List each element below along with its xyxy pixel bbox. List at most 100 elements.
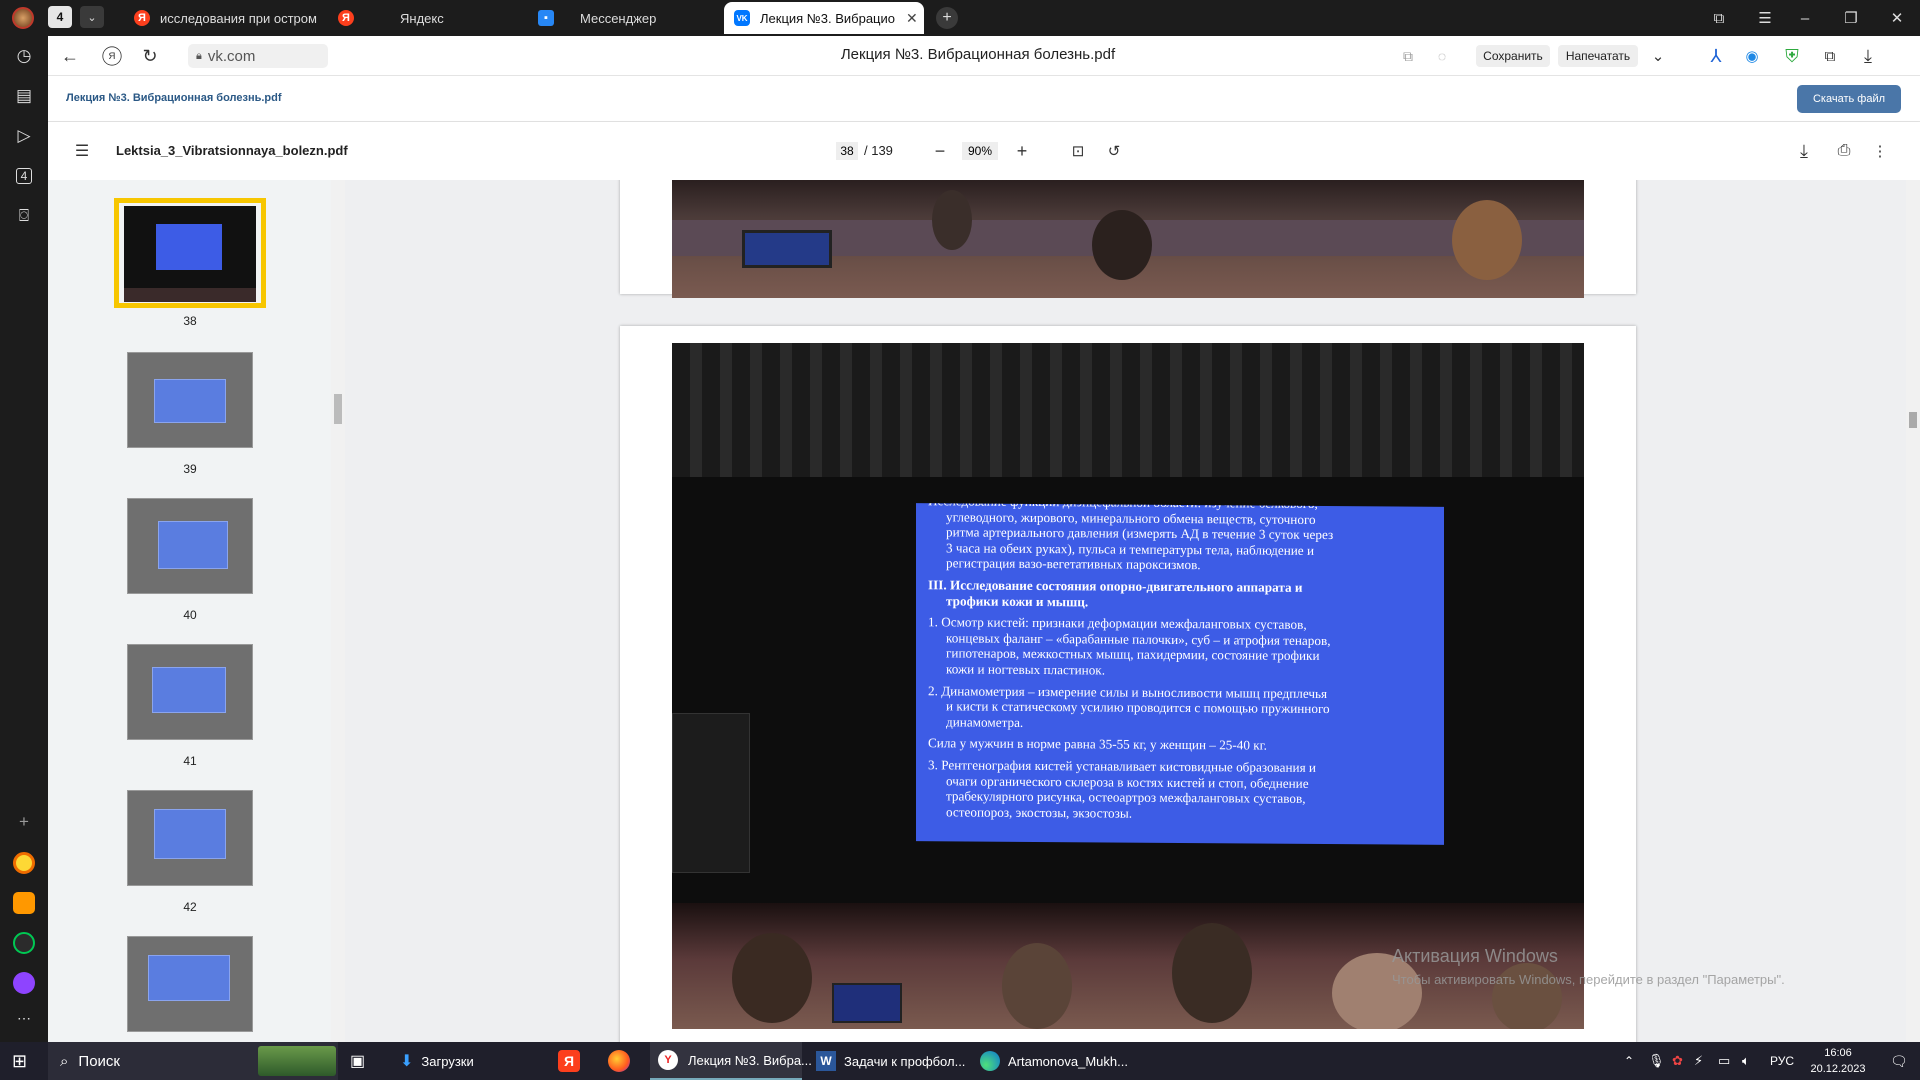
thumbnail-label: 38 [183,314,197,328]
thumbnail-page-43[interactable] [127,936,253,1032]
tab-label: Лекция №3. Вибрацио [760,10,895,26]
protect-shield-icon[interactable]: ⛨ [1780,44,1804,68]
taskbar-label: Artamonova_Mukh... [1008,1053,1128,1069]
video-icon[interactable]: ▷ [12,124,36,148]
copy-icon[interactable]: ⧉ [1396,44,1420,68]
main-scrollbar[interactable] [1906,180,1920,1042]
thumbnail-page-38[interactable] [114,198,266,308]
extension-icon[interactable]: ◉ [1740,44,1764,68]
language-indicator[interactable]: РУС [1770,1042,1794,1080]
browser-sidebar: ◷ ▤ ▷ 4 ⌼ + ⋯ [0,36,48,1042]
print-icon[interactable]: ⎙ [1832,139,1856,163]
search-highlight-icon [258,1046,336,1076]
pdf-filename: Lektsia_3_Vibratsionnaya_bolezn.pdf [116,143,348,158]
task-view-icon[interactable]: ▣ [350,1042,365,1080]
add-panel-icon[interactable]: + [12,810,36,834]
clock[interactable]: 16:06 20.12.2023 [1806,1045,1870,1077]
assistant-app-icon[interactable] [13,972,35,994]
rotate-icon[interactable]: ↺ [1102,139,1126,163]
url-field[interactable]: 🔒︎ vk.com [188,44,328,68]
thumbnail-page-40[interactable] [127,498,253,594]
profile-avatar[interactable] [12,7,34,29]
activation-watermark-title: Активация Windows [1392,946,1558,966]
taskbar-downloads[interactable]: ⬇ Загрузки [390,1042,546,1080]
zoom-in-icon[interactable]: + [1010,139,1034,163]
thumbnail-page-42[interactable] [127,790,253,886]
yandex-browser-icon[interactable]: Я [558,1042,590,1080]
bookmarks-icon[interactable]: ⧉ [1696,0,1742,36]
address-bar: ← Я ↻ 🔒︎ vk.com Лекция №3. Вибрационная … [48,36,1920,76]
slide-line: динамометра. [946,714,1024,730]
close-tab-icon[interactable]: ✕ [906,10,918,27]
fit-page-icon[interactable]: ⊡ [1066,139,1090,163]
reload-icon[interactable]: ↻ [138,44,162,68]
new-tab-button[interactable]: + [936,7,958,29]
yandex-home-icon[interactable]: Я [102,46,122,66]
collections-icon[interactable]: ⧉ [1818,44,1842,68]
windows-taskbar: ⊞ ⌕ Поиск ▣ ⬇ Загрузки Я Y Лекция №3. Ви… [0,1042,1920,1080]
doc-title: Лекция №3. Вибрационная болезнь.pdf [66,92,282,104]
chat-bubble-icon[interactable]: ◌ [1430,44,1454,68]
tab-messenger[interactable]: ▪ Мессенджер [528,2,718,34]
mail-app-icon[interactable] [13,892,35,914]
slide-photo: Исследование функции диэнцефальной облас… [672,343,1584,1029]
save-button[interactable]: Сохранить [1476,45,1550,67]
print-button[interactable]: Напечатать [1558,45,1638,67]
tray-chevron-icon[interactable]: ⌃ [1624,1042,1634,1080]
tab-label: Яндекс [400,10,444,26]
firefox-icon[interactable] [608,1042,630,1080]
minimize-button[interactable]: – [1782,0,1828,36]
display-icon[interactable]: ▭ [1718,1042,1730,1080]
taskbar-label: Загрузки [421,1053,474,1069]
search-icon: ⌕ [60,1052,69,1070]
download-icon[interactable]: ⤓ [1792,139,1816,163]
tab-count-button[interactable]: 4 [48,6,72,28]
chat-app-icon[interactable] [13,932,35,954]
microphone-icon[interactable]: 🎙︎ [1648,1042,1665,1080]
translate-icon[interactable]: ⅄ [1704,44,1728,68]
yandex-icon: Я [338,10,354,26]
notifications-icon[interactable]: 🗨︎ [1890,1042,1908,1080]
screenshot-icon[interactable]: ⌼ [12,204,36,228]
menu-icon[interactable]: ☰ [70,139,94,163]
taskbar-word[interactable]: W Задачи к профбол... [810,1042,970,1080]
zoom-input[interactable] [962,142,998,160]
chevron-down-icon[interactable]: ⌄ [1646,44,1670,68]
windows-start-icon[interactable]: ⊞ [12,1042,27,1080]
network-icon[interactable]: ⚡︎ [1694,1042,1703,1080]
chevron-down-icon[interactable]: ⌄ [80,6,104,28]
music-app-icon[interactable] [13,852,35,874]
page-number-input[interactable] [836,142,858,160]
restore-button[interactable]: ❐ [1828,0,1874,36]
scrollbar-thumb[interactable] [1909,412,1917,428]
tab-lecture[interactable]: VK Лекция №3. Вибрацио ✕ [724,2,924,34]
url-host: vk.com [207,47,256,65]
scrollbar-thumb[interactable] [334,394,342,424]
vk-doc-header: Лекция №3. Вибрационная болезнь.pdf Скач… [48,76,1920,122]
thumbnail-page-41[interactable] [127,644,253,740]
slide-line: Сила у мужчин в норме равна 35-55 кг, у … [928,735,1267,753]
taskbar-lecture[interactable]: Y Лекция №3. Вибра... [650,1042,812,1080]
zoom-out-icon[interactable]: − [928,139,952,163]
page-total: / 139 [864,143,893,158]
close-window-button[interactable]: ✕ [1874,0,1920,36]
more-icon[interactable]: ⋯ [12,1006,36,1030]
tab-yandex[interactable]: Я Яндекс [328,2,518,34]
badge-4-icon[interactable]: 4 [12,164,36,188]
more-vertical-icon[interactable]: ⋮ [1868,139,1892,163]
download-file-button[interactable]: Скачать файл [1797,85,1901,113]
volume-icon[interactable]: 🔈︎ [1742,1042,1750,1080]
pdf-page-37 [620,180,1636,298]
pdf-viewer: Исследование функции диэнцефальной облас… [345,180,1920,1042]
downloads-icon[interactable]: ⤓ [1856,44,1880,68]
back-icon[interactable]: ← [58,44,82,68]
browser-tab-strip: 4 ⌄ Я исследования при остром Я Яндекс ▪… [0,0,1920,36]
history-icon[interactable]: ◷ [12,44,36,68]
tray-app-icon[interactable]: ✿ [1672,1042,1683,1080]
taskbar-edge[interactable]: Artamonova_Mukh... [974,1042,1134,1080]
collections-icon[interactable]: ▤ [12,84,36,108]
thumbnail-scrollbar[interactable] [331,180,345,1042]
edge-icon [980,1051,1000,1071]
thumbnail-page-39[interactable] [127,352,253,448]
tab-research[interactable]: Я исследования при остром [124,2,344,34]
